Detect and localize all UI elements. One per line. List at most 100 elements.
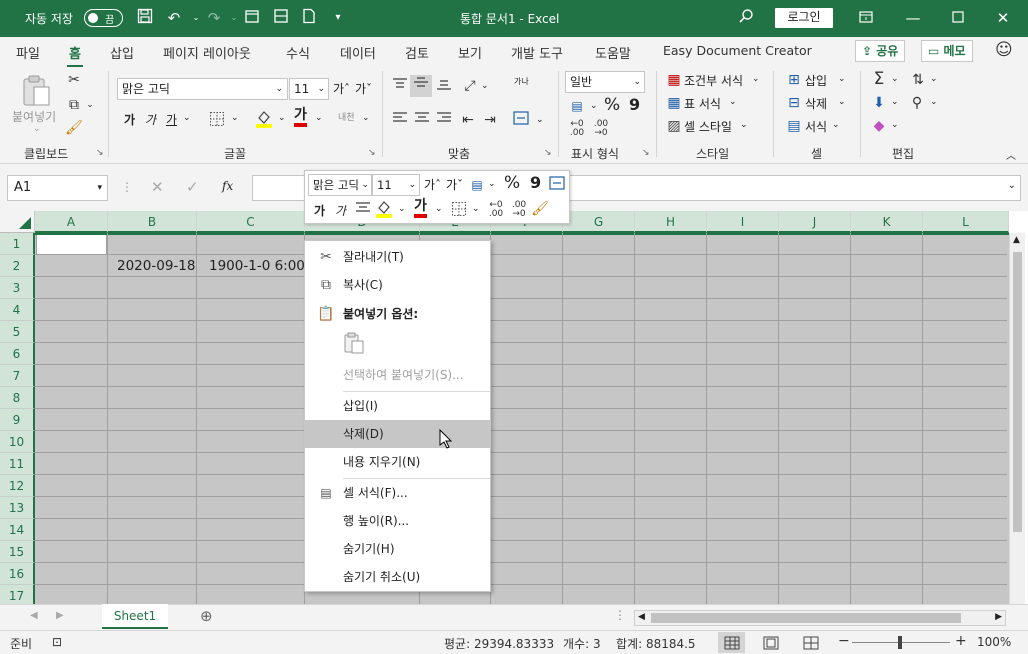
row-header[interactable]: 5: [0, 321, 35, 343]
comments-button[interactable]: ▭ 메모: [921, 40, 973, 62]
sort-dropdown-icon[interactable]: ⌄: [930, 74, 938, 84]
form-icon[interactable]: [271, 8, 291, 28]
find-select-icon[interactable]: ⚲: [908, 94, 926, 112]
expand-formula-bar-icon[interactable]: ⌄: [1008, 180, 1016, 191]
tab-data[interactable]: 데이터: [340, 43, 376, 62]
borders-icon[interactable]: [208, 111, 226, 132]
orientation-icon[interactable]: ⤢: [461, 77, 479, 95]
row-header[interactable]: 17: [0, 585, 35, 604]
tab-page-layout[interactable]: 페이지 레이아웃: [163, 43, 251, 62]
undo-icon[interactable]: ↶: [164, 8, 184, 28]
mini-size-select[interactable]: 11 ⌄: [372, 174, 420, 196]
format-cells-icon[interactable]: ▤: [785, 117, 803, 135]
column-header[interactable]: J: [779, 211, 851, 233]
row-header[interactable]: 8: [0, 387, 35, 409]
menu-item-insert[interactable]: 삽입(I): [305, 392, 490, 420]
format-button[interactable]: 서식: [805, 118, 827, 135]
format-as-table-icon[interactable]: ▦: [665, 94, 683, 112]
row-header[interactable]: 10: [0, 431, 35, 453]
mini-accounting-dropdown-icon[interactable]: ⌄: [488, 179, 496, 189]
menu-item-row-height[interactable]: 행 높이(R)...: [305, 507, 490, 535]
macro-recording-icon[interactable]: ⊡: [52, 635, 62, 649]
autosum-dropdown-icon[interactable]: ⌄: [891, 74, 899, 84]
maximize-icon[interactable]: [948, 8, 968, 28]
status-average[interactable]: 평균: 29394.83333: [444, 635, 554, 652]
column-header[interactable]: C: [197, 211, 305, 233]
save-icon[interactable]: [135, 8, 155, 28]
mini-fill-dropdown-icon[interactable]: ⌄: [398, 204, 406, 214]
column-header[interactable]: G: [563, 211, 635, 233]
merge-center-icon[interactable]: [512, 111, 530, 130]
borders-dropdown-icon[interactable]: ⌄: [231, 113, 239, 123]
login-button[interactable]: 로그인: [775, 8, 833, 28]
column-header[interactable]: K: [851, 211, 923, 233]
clear-dropdown-icon[interactable]: ⌄: [891, 120, 899, 130]
close-icon[interactable]: ✕: [993, 8, 1013, 28]
paste-dropdown-icon[interactable]: ⌄: [33, 124, 41, 134]
mini-italic-button[interactable]: 가: [335, 202, 346, 219]
sheet-tab[interactable]: Sheet1: [102, 604, 168, 629]
mini-align-center-icon[interactable]: [354, 201, 372, 220]
mini-grow-font-icon[interactable]: 가ˆ: [424, 176, 441, 193]
merge-dropdown-icon[interactable]: ⌄: [536, 115, 544, 125]
bold-button[interactable]: 가: [124, 111, 135, 128]
mini-font-select[interactable]: 맑은 고딕 ⌄: [308, 174, 372, 196]
name-box[interactable]: A1 ▾: [7, 175, 108, 201]
format-as-table-button[interactable]: 표 서식: [684, 95, 721, 112]
fill-color-dropdown-icon[interactable]: ⌄: [278, 113, 286, 123]
column-header[interactable]: B: [108, 211, 197, 233]
menu-item-clear-contents[interactable]: 내용 지우기(N): [305, 448, 490, 476]
orientation-dropdown-icon[interactable]: ⌄: [481, 81, 489, 91]
underline-dropdown-icon[interactable]: ⌄: [183, 113, 191, 123]
cell-styles-button[interactable]: 셀 스타일: [684, 118, 732, 135]
paste-label[interactable]: 붙여넣기: [12, 108, 56, 125]
row-header[interactable]: 14: [0, 519, 35, 541]
tab-developer[interactable]: 개발 도구: [511, 43, 563, 62]
row-header[interactable]: 15: [0, 541, 35, 563]
cell-b2[interactable]: 2020-09-18: [117, 258, 195, 274]
autosum-icon[interactable]: Σ: [870, 70, 888, 88]
align-bottom-icon[interactable]: [435, 77, 453, 96]
fill-color-icon[interactable]: [255, 109, 273, 134]
search-icon[interactable]: [736, 8, 756, 28]
clear-icon[interactable]: ◆: [870, 117, 888, 135]
row-header[interactable]: 1: [0, 233, 35, 255]
tab-home[interactable]: 홈: [67, 43, 83, 68]
redo-dropdown-icon[interactable]: ⌄: [224, 8, 244, 28]
menu-item-hide[interactable]: 숨기기(H): [305, 535, 490, 563]
zoom-out-icon[interactable]: −: [838, 633, 850, 649]
ribbon-display-icon[interactable]: [856, 8, 876, 28]
underline-button[interactable]: 가: [166, 111, 177, 128]
font-size-select[interactable]: 11 ⌄: [289, 78, 329, 100]
menu-item-format-cells[interactable]: ▤ 셀 서식(F)...: [305, 479, 490, 507]
font-color-dropdown-icon[interactable]: ⌄: [315, 113, 323, 123]
screenshot-icon[interactable]: [242, 8, 262, 28]
mini-comma-button[interactable]: 9: [530, 173, 541, 192]
italic-button[interactable]: 가: [145, 111, 156, 128]
mini-merge-icon[interactable]: [548, 176, 566, 195]
undo-dropdown-icon[interactable]: ⌄: [186, 8, 206, 28]
customize-toolbar-icon[interactable]: ▾: [328, 8, 348, 28]
mini-percent-button[interactable]: %: [504, 173, 520, 193]
conditional-formatting-icon[interactable]: ▦: [665, 71, 683, 89]
tab-formulas[interactable]: 수식: [286, 43, 310, 62]
row-header[interactable]: 2: [0, 255, 35, 277]
fill-dropdown-icon[interactable]: ⌄: [891, 97, 899, 107]
row-header[interactable]: 16: [0, 563, 35, 585]
select-all-corner[interactable]: [0, 211, 35, 233]
horizontal-scrollbar[interactable]: ◀ ▶: [634, 610, 1006, 626]
collapse-ribbon-icon[interactable]: ︿: [1006, 147, 1016, 162]
row-header[interactable]: 7: [0, 365, 35, 387]
mini-increase-decimal-icon[interactable]: ←0.00: [485, 201, 507, 219]
table-dropdown-icon[interactable]: ⌄: [729, 97, 737, 107]
mini-format-painter-icon[interactable]: 🖌: [531, 200, 549, 218]
tab-insert[interactable]: 삽입: [110, 43, 134, 62]
align-middle-icon[interactable]: [410, 75, 432, 97]
mini-borders-icon[interactable]: [450, 201, 468, 222]
scroll-thumb[interactable]: [1013, 252, 1022, 532]
new-sheet-icon[interactable]: ⊕: [200, 607, 213, 625]
status-count[interactable]: 개수: 3: [563, 635, 601, 652]
conditional-formatting-button[interactable]: 조건부 서식: [684, 72, 743, 89]
new-document-icon[interactable]: [299, 8, 319, 28]
menu-item-cut[interactable]: ✂ 잘라내기(T): [305, 243, 490, 271]
